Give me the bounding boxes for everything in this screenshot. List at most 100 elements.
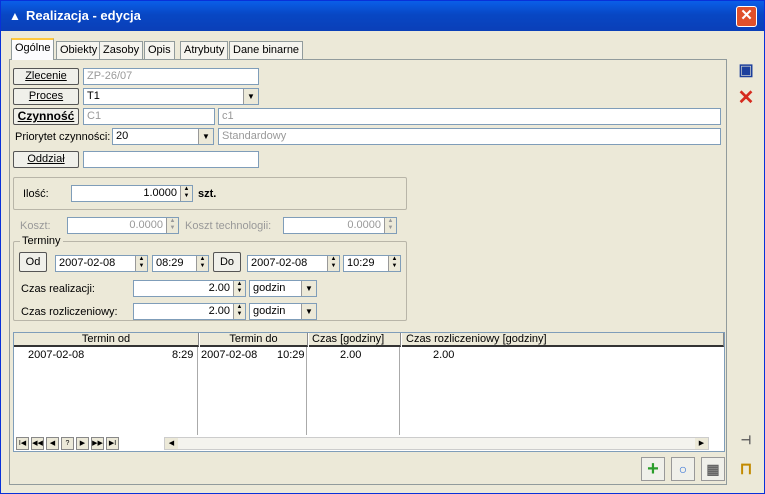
nav-last-button[interactable]: ▶I [106,437,119,450]
koszt-field[interactable]: 0.0000 ▲ ▼ [67,217,179,234]
czas-rozliczeniowy-label: Czas rozliczeniowy: [21,306,118,318]
nav-next-button[interactable]: ▶ [76,437,89,450]
czas-rozliczeniowy-value: 2.00 [208,305,230,317]
spinner-icon[interactable]: ▲ ▼ [166,218,178,233]
nav-prev-button[interactable]: ◀ [46,437,59,450]
proces-select[interactable]: T1 ▼ [83,88,259,105]
column-header-termin-do[interactable]: Termin do [200,333,308,347]
oddzial-field[interactable] [83,151,259,168]
lock-icon[interactable]: ⊓ [734,459,758,481]
row-do-time: 10:29 [277,349,305,361]
czas-rozliczeniowy-unit-select[interactable]: godzin ▼ [249,303,317,320]
czynnosc-code-field[interactable]: C1 [83,108,215,125]
window: ▲ Realizacja - edycja ✕ Ogólne Obiekty Z… [0,0,765,494]
spinner-icon[interactable]: ▲ ▼ [327,256,339,271]
row-od-date: 2007-02-08 [28,349,85,361]
do-date-field[interactable]: 2007-02-08 ▲ ▼ [247,255,340,272]
window-title: Realizacja - edycja [26,8,141,23]
koszt-technologii-label: Koszt technologii: [185,220,272,232]
priorytet-value: 20 [116,130,129,142]
czas-rozliczeniowy-field[interactable]: 2.00 ▲ ▼ [133,303,246,320]
spinner-icon[interactable]: ▲ ▼ [180,186,192,201]
row-do-date: 2007-02-08 [201,349,258,361]
czynnosc-name-field[interactable]: c1 [218,108,721,125]
column-header-termin-od[interactable]: Termin od [14,333,199,347]
czas-rozliczeniowy-unit-value: godzin [253,305,286,317]
do-date-value: 2007-02-08 [251,257,308,269]
title-bar: ▲ Realizacja - edycja ✕ [1,1,764,31]
od-date-value: 2007-02-08 [59,257,116,269]
ilosc-label: Ilość: [23,188,49,200]
czynnosc-button[interactable]: Czynność [13,108,79,125]
spinner-icon[interactable]: ▲ ▼ [135,256,147,271]
nav-prev-page-button[interactable]: ◀◀ [31,437,44,450]
column-divider [399,347,400,435]
row-czas: 2.00 [340,349,362,361]
koszt-label: Koszt: [20,220,51,232]
spinner-icon[interactable]: ▲ ▼ [384,218,396,233]
proces-value: T1 [87,90,100,102]
czas-realizacji-unit-select[interactable]: godzin ▼ [249,280,317,297]
nav-next-page-button[interactable]: ▶▶ [91,437,104,450]
column-header-czas[interactable]: Czas [godziny] [309,333,401,347]
do-button[interactable]: Do [213,252,241,272]
save-icon[interactable]: ▣ [734,60,758,82]
tab-ogolne[interactable]: Ogólne [11,38,55,60]
column-divider [306,347,307,435]
close-button[interactable]: ✕ [736,6,757,27]
zlecenie-field[interactable]: ZP-26/07 [83,68,259,85]
ilosc-value: 1.0000 [143,187,177,199]
czas-realizacji-value: 2.00 [208,282,230,294]
spinner-icon[interactable]: ▲ ▼ [388,256,400,271]
priorytet-select[interactable]: 20 ▼ [112,128,214,145]
priorytet-name-field[interactable]: Standardowy [218,128,721,145]
tab-atrybuty[interactable]: Atrybuty [180,41,229,59]
horizontal-scrollbar[interactable]: ◀ ▶ [164,437,709,450]
chevron-down-icon[interactable]: ▼ [243,89,258,104]
od-time-value: 08:29 [156,257,184,269]
add-icon[interactable]: + [641,457,665,481]
od-button[interactable]: Od [19,252,47,272]
row-od-time: 8:29 [172,349,194,361]
cancel-icon[interactable]: ✕ [734,87,758,109]
oddzial-button[interactable]: Oddział [13,151,79,168]
priorytet-label: Priorytet czynności: [15,131,111,143]
chevron-down-icon[interactable]: ▼ [301,304,316,319]
app-icon: ▲ [9,9,21,23]
koszt-technologii-value: 0.0000 [347,219,381,231]
spinner-icon[interactable]: ▲ ▼ [233,281,245,296]
ilosc-field[interactable]: 1.0000 ▲ ▼ [71,185,193,202]
spinner-icon[interactable]: ▲ ▼ [196,256,208,271]
spinner-icon[interactable]: ▲ ▼ [233,304,245,319]
column-divider [197,347,198,435]
search-icon[interactable]: ○ [671,457,695,481]
ilosc-unit: szt. [198,188,217,200]
czas-realizacji-label: Czas realizacji: [21,283,95,295]
koszt-technologii-field[interactable]: 0.0000 ▲ ▼ [283,217,397,234]
nav-first-button[interactable]: I◀ [16,437,29,450]
tab-obiekty[interactable]: Obiekty [56,41,102,59]
scroll-right-icon[interactable]: ▶ [695,438,708,449]
terminy-group-label: Terminy [20,235,63,247]
tab-dane-binarne[interactable]: Dane binarne [229,41,304,59]
do-time-field[interactable]: 10:29 ▲ ▼ [343,255,401,272]
czas-realizacji-field[interactable]: 2.00 ▲ ▼ [133,280,246,297]
koszt-value: 0.0000 [129,219,163,231]
proces-button[interactable]: Proces [13,88,79,105]
tab-zasoby[interactable]: Zasoby [99,41,144,59]
chevron-down-icon[interactable]: ▼ [198,129,213,144]
scroll-left-icon[interactable]: ◀ [165,438,178,449]
tab-opis[interactable]: Opis [144,41,175,59]
pin-icon[interactable]: ⊣ [734,429,758,451]
delete-icon[interactable]: ▦ [701,457,725,481]
row-czas-rozliczeniowy: 2.00 [433,349,455,361]
nav-help-button[interactable]: ? [61,437,74,450]
od-date-field[interactable]: 2007-02-08 ▲ ▼ [55,255,148,272]
do-time-value: 10:29 [347,257,375,269]
column-header-czas-rozliczeniowy[interactable]: Czas rozliczeniowy [godziny] [402,333,724,347]
chevron-down-icon[interactable]: ▼ [301,281,316,296]
terminy-table[interactable]: Termin od Termin do Czas [godziny] Czas … [13,332,725,452]
od-time-field[interactable]: 08:29 ▲ ▼ [152,255,209,272]
zlecenie-button[interactable]: Zlecenie [13,68,79,85]
czas-realizacji-unit-value: godzin [253,282,286,294]
